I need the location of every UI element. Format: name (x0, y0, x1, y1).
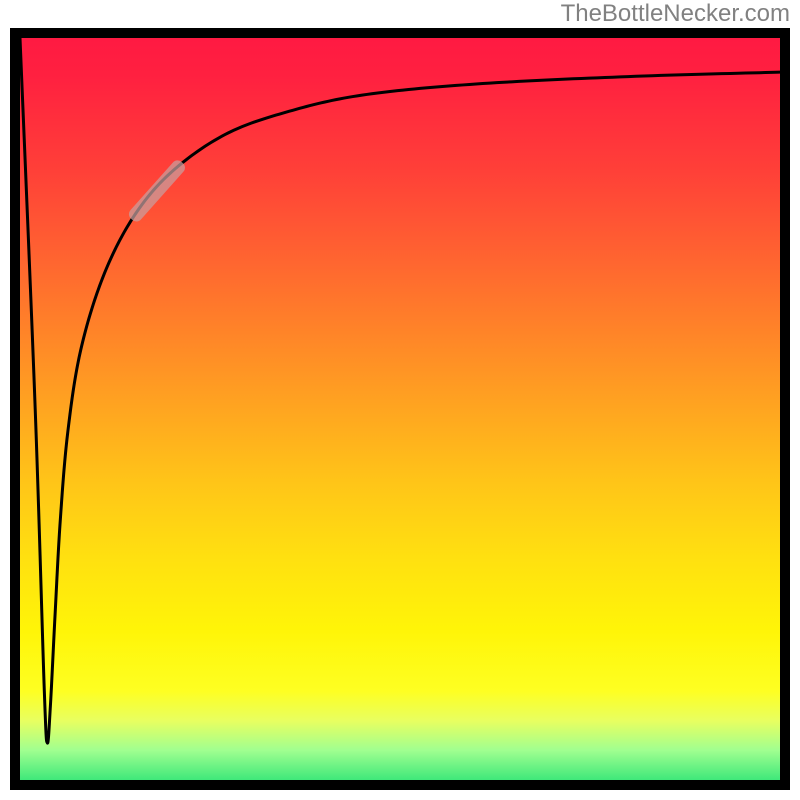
bottleneck-curve (20, 38, 780, 743)
chart-frame (10, 28, 790, 790)
attribution-label: TheBottleNecker.com (561, 0, 790, 28)
plot-area (20, 38, 780, 780)
curve-svg (20, 38, 780, 780)
